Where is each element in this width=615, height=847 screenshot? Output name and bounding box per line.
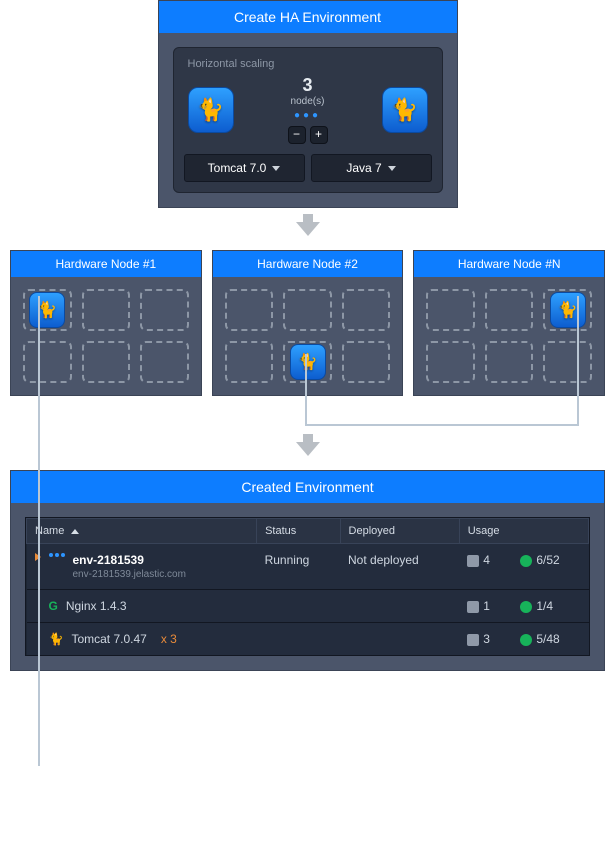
node-slot: 🐈: [543, 289, 592, 331]
node-slot: [23, 341, 72, 383]
row-deployed: Not deployed: [340, 544, 459, 590]
row-name: Nginx 1.4.3: [66, 599, 127, 613]
hardware-nodes-row: Hardware Node #1 🐈 Hardware Node #2 🐈 Ha…: [0, 250, 615, 396]
node-count-label: node(s): [288, 96, 328, 107]
node-count-display: 3 node(s) ●●● − +: [288, 76, 328, 144]
disk-icon: [467, 555, 479, 567]
tomcat-icon: 🐈: [188, 87, 234, 133]
connector-lines: [0, 396, 615, 428]
tomcat-icon: 🐈: [550, 292, 586, 328]
row-cloudlets: 6/52: [536, 553, 559, 567]
hardware-node-2: Hardware Node #2 🐈: [212, 250, 404, 396]
row-cloudlets: 5/48: [536, 632, 559, 646]
node-count-number: 3: [288, 76, 328, 94]
tech-select-label: Tomcat 7.0: [208, 161, 267, 175]
node-slot: [225, 289, 274, 331]
hardware-node-title: Hardware Node #2: [213, 251, 403, 277]
flow-arrow-icon: [296, 222, 320, 236]
node-slot: [82, 289, 131, 331]
increase-nodes-button[interactable]: +: [310, 126, 328, 144]
chevron-down-icon: [272, 166, 280, 171]
tomcat-icon: 🐈: [290, 344, 326, 380]
sort-asc-icon: [71, 529, 79, 534]
node-slot: [225, 341, 274, 383]
row-name: Tomcat 7.0.47: [71, 632, 146, 646]
tomcat-icon: 🐈: [382, 87, 428, 133]
row-disk: 3: [483, 632, 490, 646]
node-slot: [342, 289, 391, 331]
node-slot: [140, 289, 189, 331]
table-row[interactable]: env-2181539 env-2181539.jelastic.com Run…: [27, 544, 589, 590]
tech-select[interactable]: Tomcat 7.0: [184, 154, 305, 182]
cloudlet-icon: [520, 601, 532, 613]
node-slot: [82, 341, 131, 383]
table-row[interactable]: 🐈 Tomcat 7.0.47 x 3 3 5/48: [27, 623, 589, 656]
node-count-dots-icon: ●●●: [288, 110, 328, 121]
env-icon: [49, 553, 65, 557]
cloudlet-icon: [520, 634, 532, 646]
chevron-down-icon: [388, 166, 396, 171]
node-slot: [342, 341, 391, 383]
table-row[interactable]: G Nginx 1.4.3 1 1/4: [27, 590, 589, 623]
node-slot: 🐈: [23, 289, 72, 331]
row-disk: 1: [483, 599, 490, 613]
node-slot: [543, 341, 592, 383]
col-name[interactable]: Name: [27, 519, 257, 544]
created-env-panel: Created Environment Name Status Deployed…: [10, 470, 605, 671]
node-slot: [283, 289, 332, 331]
row-multiplier: x 3: [161, 632, 177, 646]
hardware-node-title: Hardware Node #N: [414, 251, 604, 277]
decrease-nodes-button[interactable]: −: [288, 126, 306, 144]
cloudlet-icon: [520, 555, 532, 567]
horizontal-scaling-card: Horizontal scaling 🐈 3 node(s) ●●● − + 🐈…: [173, 47, 443, 193]
node-slot: [140, 341, 189, 383]
row-cloudlets: 1/4: [536, 599, 553, 613]
tomcat-icon: 🐈: [29, 292, 65, 328]
create-ha-title: Create HA Environment: [159, 1, 457, 33]
node-slot: [426, 341, 475, 383]
scaling-legend: Horizontal scaling: [188, 58, 428, 70]
environment-table-wrapper: Name Status Deployed Usage en: [25, 517, 590, 656]
row-subtitle: env-2181539.jelastic.com: [73, 569, 186, 580]
environment-table: Name Status Deployed Usage en: [26, 518, 589, 655]
flow-arrow-icon: [296, 442, 320, 456]
disk-icon: [467, 601, 479, 613]
col-usage[interactable]: Usage: [459, 519, 588, 544]
col-status[interactable]: Status: [257, 519, 340, 544]
row-disk: 4: [483, 553, 490, 567]
table-header-row: Name Status Deployed Usage: [27, 519, 589, 544]
row-name: env-2181539: [73, 553, 186, 567]
row-status: Running: [257, 544, 340, 590]
node-slot: [426, 289, 475, 331]
tomcat-small-icon: 🐈: [49, 632, 64, 646]
disk-icon: [467, 634, 479, 646]
lang-select-label: Java 7: [346, 161, 381, 175]
hardware-node-title: Hardware Node #1: [11, 251, 201, 277]
lang-select[interactable]: Java 7: [311, 154, 432, 182]
node-slot: [485, 341, 534, 383]
node-slot: 🐈: [283, 341, 332, 383]
created-env-title: Created Environment: [11, 471, 604, 503]
create-ha-panel: Create HA Environment Horizontal scaling…: [158, 0, 458, 208]
node-slot: [485, 289, 534, 331]
col-deployed[interactable]: Deployed: [340, 519, 459, 544]
nginx-icon: G: [49, 599, 58, 613]
